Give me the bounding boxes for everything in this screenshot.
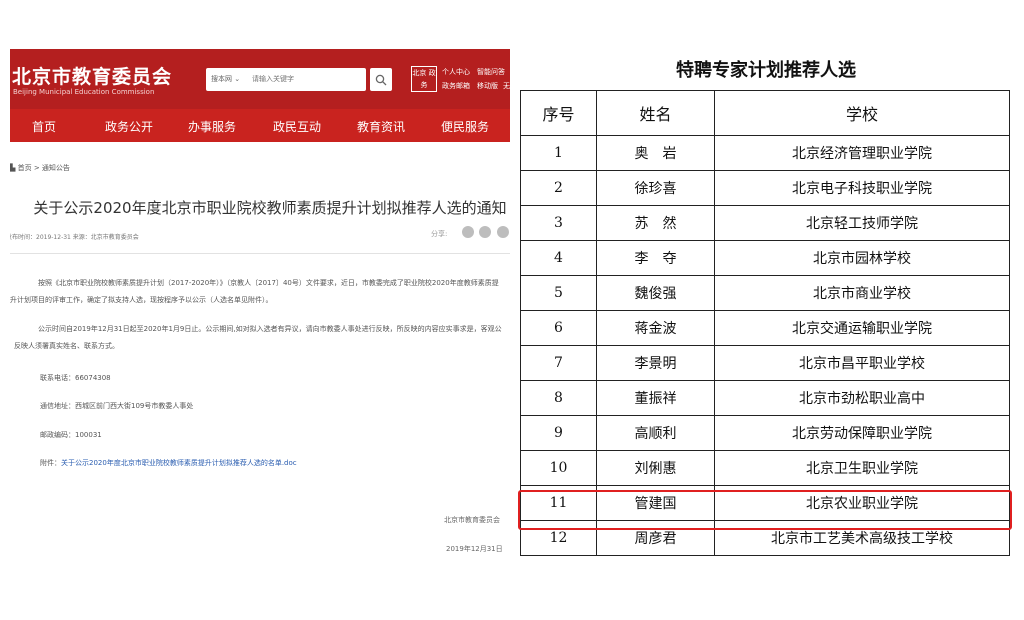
share-weibo-icon[interactable] [479, 226, 491, 238]
share-wechat-icon[interactable] [462, 226, 474, 238]
gov-emblem-icon: 北京 政务 [411, 66, 437, 92]
cell-seq: 7 [520, 345, 597, 381]
expert-table-image: 特聘专家计划推荐人选 序号 姓名 学校 1奥 岩北京经济管理职业学院 2 徐珍喜北… [518, 50, 1014, 570]
table-title: 特聘专家计划推荐人选 [676, 60, 856, 81]
home-icon: ▙ [10, 164, 18, 172]
article-paragraph: 按照《北京市职业院校教师素质提升计划（2017-2020年）》（京教人〔2017… [10, 279, 499, 304]
cell-name: 奥 岩 [596, 135, 715, 171]
personal-center-link[interactable]: 个人中心 [442, 67, 470, 77]
cell-seq: 4 [520, 240, 597, 276]
nav-public-services[interactable]: 便民服务 [441, 118, 489, 135]
article-paragraph: 公示时间自2019年12月31日起至2020年1月9日止。公示期间,如对拟入选者… [10, 325, 502, 350]
attachment: 附件：关于公示2020年度北京市职业院校教师素质提升计划拟推荐人选的名单.doc [40, 458, 297, 468]
cell-school: 北京轻工技师学院 [714, 205, 1010, 241]
cell-name: 蒋金波 [596, 310, 715, 346]
table-row: 7 李景明 北京市昌平职业学校 [520, 345, 1010, 381]
main-nav: 首页 政务公开 办事服务 政民互动 教育资讯 便民服务 [10, 109, 510, 142]
gov-mail-link[interactable]: 政务邮箱 [442, 81, 470, 91]
contact-phone: 联系电话：66074308 [40, 374, 111, 382]
table-row: 9 高顺利 北京劳动保障职业学院 [520, 415, 1010, 451]
cell-seq: 3 [520, 205, 597, 241]
cell-seq: 9 [520, 415, 597, 451]
cell-name: 李景明 [596, 345, 715, 381]
site-header: 北京市教育委员会 Beijing Municipal Education Com… [10, 49, 510, 109]
cell-name: 董振祥 [596, 380, 715, 416]
table-row: 6 蒋金波 北京交通运输职业学院 [520, 310, 1010, 346]
header-seq: 序号 [520, 90, 597, 136]
nav-home[interactable]: 首页 [32, 118, 56, 135]
search-scope-select[interactable]: 搜本网 ⌄ [211, 74, 240, 84]
table-row: 10 刘俐惠 北京卫生职业学院 [520, 450, 1010, 486]
attachment-link[interactable]: 关于公示2020年度北京市职业院校教师素质提升计划拟推荐人选的名单.doc [61, 459, 297, 467]
cell-school: 北京经济管理职业学院 [714, 135, 1010, 171]
table-row: 4李 夺北京市园林学校 [520, 240, 1010, 276]
search-box: 搜本网 ⌄ [206, 68, 366, 91]
cell-school: 北京市园林学校 [714, 240, 1010, 276]
cell-school: 北京市商业学校 [714, 275, 1010, 311]
sign-date: 2019年12月31日 [446, 545, 503, 553]
contact-postcode: 邮政编码：100031 [40, 431, 102, 439]
search-input[interactable] [252, 73, 360, 85]
cell-name: 高顺利 [596, 415, 715, 451]
attachment-label: 附件： [40, 459, 61, 467]
smart-qa-link[interactable]: 智能问答 [477, 67, 505, 77]
nav-education-news[interactable]: 教育资讯 [357, 118, 405, 135]
web-page-screenshot: 北京市教育委员会 Beijing Municipal Education Com… [10, 49, 510, 570]
cell-school: 北京交通运输职业学院 [714, 310, 1010, 346]
share-label: 分享: [431, 230, 448, 238]
cell-seq: 5 [520, 275, 597, 311]
expert-table: 序号 姓名 学校 1奥 岩北京经济管理职业学院 2 徐珍喜 北京电子科技职业学院 3… [520, 90, 1010, 556]
cell-name: 徐珍喜 [596, 170, 715, 206]
header-school: 学校 [714, 90, 1010, 136]
cell-school: 北京市劲松职业高中 [714, 380, 1010, 416]
cell-name: 刘俐惠 [596, 450, 715, 486]
cell-name: 苏 然 [596, 205, 715, 241]
divider [10, 253, 510, 254]
table-row: 3苏 然北京轻工技师学院 [520, 205, 1010, 241]
site-logo[interactable]: 北京市教育委员会 [12, 62, 172, 89]
header-name: 姓名 [596, 90, 715, 136]
nav-gov-affairs[interactable]: 政务公开 [105, 118, 153, 135]
highlight-box [518, 490, 1012, 530]
signature: 北京市教育委员会 [444, 516, 500, 524]
article-meta: 发布时间：2019-12-31 来源：北京市教育委员会 [10, 234, 139, 241]
cell-seq: 2 [520, 170, 597, 206]
contact-address: 通信地址：西城区前门西大街109号市教委人事处 [40, 402, 194, 410]
cell-school: 北京市昌平职业学校 [714, 345, 1010, 381]
nav-services[interactable]: 办事服务 [188, 118, 236, 135]
article-title: 关于公示2020年度北京市职业院校教师素质提升计划拟推荐人选的通知 [33, 199, 507, 217]
table-row: 1奥 岩北京经济管理职业学院 [520, 135, 1010, 171]
search-icon [375, 74, 387, 86]
table-row: 2 徐珍喜 北京电子科技职业学院 [520, 170, 1010, 206]
accessibility-link[interactable]: 无 [503, 81, 510, 91]
table-row: 5 魏俊强 北京市商业学校 [520, 275, 1010, 311]
site-logo-english: Beijing Municipal Education Commission [13, 88, 155, 96]
cell-school: 北京劳动保障职业学院 [714, 415, 1010, 451]
share-qzone-icon[interactable] [497, 226, 509, 238]
cell-name: 李 夺 [596, 240, 715, 276]
cell-school: 北京电子科技职业学院 [714, 170, 1010, 206]
cell-seq: 8 [520, 380, 597, 416]
breadcrumb[interactable]: ▙ 首页 > 通知公告 [10, 163, 70, 173]
nav-interaction[interactable]: 政民互动 [273, 118, 321, 135]
table-header-row: 序号 姓名 学校 [520, 90, 1010, 136]
cell-seq: 10 [520, 450, 597, 486]
search-button[interactable] [370, 68, 392, 91]
cell-seq: 1 [520, 135, 597, 171]
mobile-version-link[interactable]: 移动版 [477, 81, 498, 91]
cell-school: 北京卫生职业学院 [714, 450, 1010, 486]
cell-name: 魏俊强 [596, 275, 715, 311]
cell-seq: 6 [520, 310, 597, 346]
table-row: 8 董振祥 北京市劲松职业高中 [520, 380, 1010, 416]
